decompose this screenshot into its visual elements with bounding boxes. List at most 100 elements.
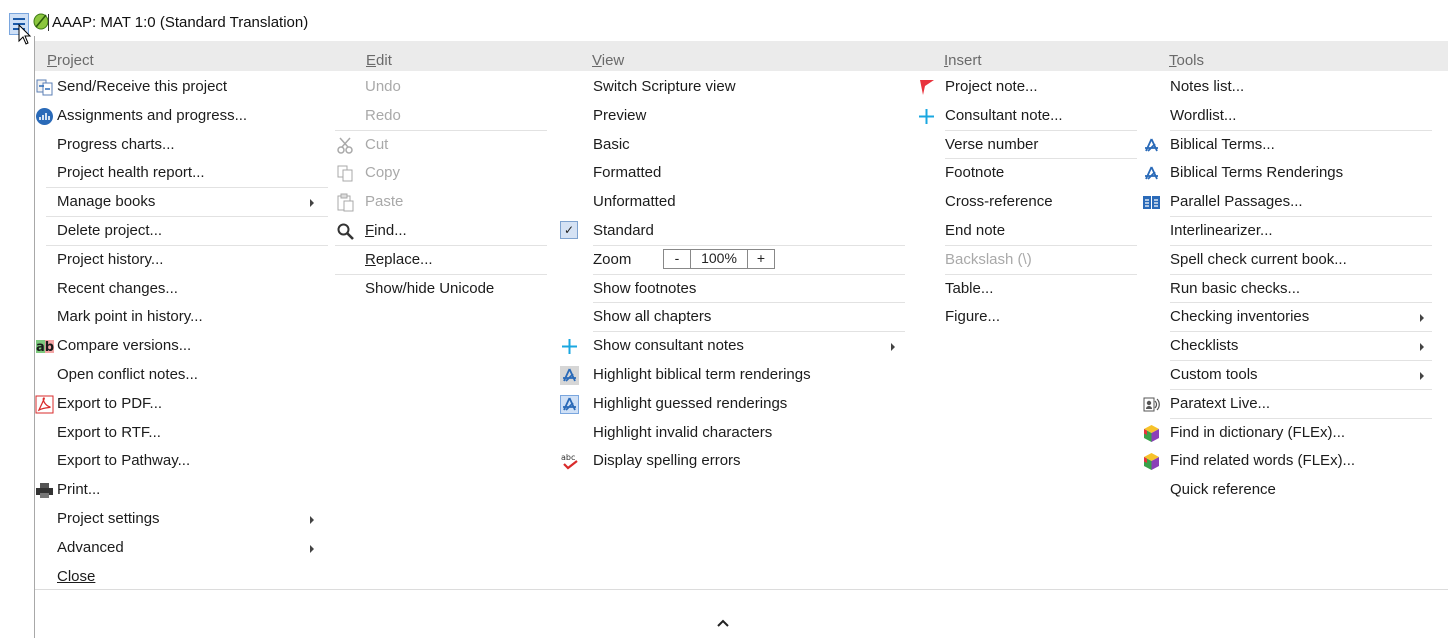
- menu-header-project[interactable]: Project: [47, 52, 94, 69]
- menu-item-cut[interactable]: Cut: [335, 131, 555, 160]
- zoom-control: - 100% +: [663, 248, 775, 269]
- menu-item-advanced[interactable]: Advanced: [46, 534, 336, 563]
- menu-item-project-note[interactable]: Project note...: [920, 73, 1145, 102]
- menu-item-parallel-passages[interactable]: Parallel Passages...: [1143, 188, 1440, 217]
- menu-item-consultant-note[interactable]: Consultant note...: [919, 102, 1145, 131]
- menu-item-print[interactable]: Print...: [36, 476, 336, 505]
- menu-item-backslash[interactable]: Backslash (\): [945, 246, 1145, 275]
- menu-item-paratext-live[interactable]: Paratext Live...: [1143, 390, 1440, 419]
- biblical-terms-icon: [1145, 167, 1158, 181]
- send-receive-icon: [36, 79, 53, 96]
- menu-item-formatted[interactable]: Formatted: [593, 159, 913, 188]
- menu-item-assignments[interactable]: Assignments and progress...: [36, 102, 336, 131]
- tools-menu: Notes list... Wordlist... Biblical Terms…: [1143, 73, 1440, 505]
- menu-item-quick-reference[interactable]: Quick reference: [1170, 476, 1440, 505]
- menu-item-zoom: Zoom - 100% +: [593, 246, 913, 275]
- menu-header-edit[interactable]: Edit: [366, 52, 392, 69]
- chevron-up-icon[interactable]: [717, 618, 729, 628]
- menu-item-show-all-chapters[interactable]: Show all chapters: [593, 303, 913, 332]
- menu-item-health-report[interactable]: Project health report...: [46, 159, 336, 188]
- submenu-arrow-icon: [1420, 314, 1424, 323]
- title-bar: AAAP: MAT 1:0 (Standard Translation): [0, 0, 1448, 45]
- view-menu: Switch Scripture view Preview Basic Form…: [560, 73, 913, 476]
- submenu-arrow-icon: [891, 343, 895, 352]
- menu-item-copy[interactable]: Copy: [335, 159, 555, 188]
- menu-item-project-history[interactable]: Project history...: [46, 246, 336, 275]
- svg-text:ab: ab: [36, 340, 54, 355]
- spelling-errors-icon: abc: [561, 453, 578, 470]
- menu-item-redo[interactable]: Redo: [335, 102, 555, 131]
- menu-item-verse-number[interactable]: Verse number: [945, 131, 1145, 160]
- menu-item-recent-changes[interactable]: Recent changes...: [46, 275, 336, 304]
- magnifier-icon: [337, 223, 354, 240]
- menu-item-highlight-guessed-renderings[interactable]: Highlight guessed renderings: [560, 390, 913, 419]
- menu-item-display-spelling-errors[interactable]: abc Display spelling errors: [561, 447, 913, 476]
- menu-item-mark-point[interactable]: Mark point in history...: [46, 303, 336, 332]
- menu-item-checking-inventories[interactable]: Checking inventories: [1170, 303, 1440, 332]
- menu-item-export-pdf[interactable]: Export to PDF...: [35, 390, 336, 419]
- menu-item-footnote[interactable]: Footnote: [945, 159, 1145, 188]
- menu-item-figure[interactable]: Figure...: [945, 303, 1145, 332]
- menu-item-table[interactable]: Table...: [945, 275, 1145, 304]
- menu-item-delete-project[interactable]: Delete project...: [46, 217, 336, 246]
- edit-menu: Undo Redo Cut Copy Paste Find... Replace…: [335, 73, 555, 303]
- menu-item-find-related-words[interactable]: Find related words (FLEx)...: [1144, 447, 1440, 476]
- menu-item-find-in-dictionary[interactable]: Find in dictionary (FLEx)...: [1144, 419, 1440, 448]
- scissors-icon: [337, 137, 353, 154]
- copy-icon: [337, 165, 353, 182]
- submenu-arrow-icon: [310, 544, 314, 553]
- menu-item-close[interactable]: Close: [46, 563, 336, 592]
- menu-item-preview[interactable]: Preview: [593, 102, 913, 131]
- checkmark-icon: ✓: [560, 220, 578, 239]
- mouse-cursor-icon: [18, 24, 32, 45]
- menu-item-cross-reference[interactable]: Cross-reference: [945, 188, 1145, 217]
- menu-item-progress-charts[interactable]: Progress charts...: [46, 131, 336, 160]
- red-flag-icon: [920, 80, 934, 95]
- menu-item-biblical-terms-renderings[interactable]: Biblical Terms Renderings: [1145, 159, 1440, 188]
- svg-text:abc: abc: [561, 453, 575, 462]
- menu-item-paste[interactable]: Paste: [335, 188, 555, 217]
- menu-item-interlinearizer[interactable]: Interlinearizer...: [1170, 217, 1440, 246]
- biblical-terms-icon: [560, 365, 579, 385]
- menu-item-run-basic-checks[interactable]: Run basic checks...: [1170, 275, 1440, 304]
- parallel-passages-icon: [1143, 196, 1160, 210]
- menu-item-highlight-invalid-characters[interactable]: Highlight invalid characters: [593, 419, 913, 448]
- menu-item-show-consultant-notes[interactable]: Show consultant notes: [562, 332, 913, 361]
- menu-item-project-settings[interactable]: Project settings: [46, 505, 336, 534]
- zoom-value: 100%: [690, 249, 748, 268]
- menu-item-checklists[interactable]: Checklists: [1170, 332, 1440, 361]
- biblical-terms-icon: [1145, 138, 1158, 152]
- paratext-live-icon: [1143, 397, 1160, 412]
- menu-item-wordlist[interactable]: Wordlist...: [1170, 102, 1440, 131]
- zoom-in-button[interactable]: +: [748, 250, 774, 268]
- window-title: AAAP: MAT 1:0 (Standard Translation): [52, 14, 309, 31]
- menu-item-compare-versions[interactable]: ab Compare versions...: [36, 332, 336, 361]
- menu-item-export-pathway[interactable]: Export to Pathway...: [46, 447, 336, 476]
- menu-item-replace[interactable]: Replace...: [335, 246, 555, 275]
- menu-item-show-hide-unicode[interactable]: Show/hide Unicode: [335, 275, 555, 304]
- menu-header-insert[interactable]: Insert: [944, 52, 982, 69]
- menu-item-highlight-term-renderings[interactable]: Highlight biblical term renderings: [560, 361, 913, 390]
- menu-item-notes-list[interactable]: Notes list...: [1170, 73, 1440, 102]
- menu-header-view[interactable]: View: [592, 52, 624, 69]
- menu-item-biblical-terms[interactable]: Biblical Terms...: [1145, 131, 1440, 160]
- menu-item-conflict-notes[interactable]: Open conflict notes...: [46, 361, 336, 390]
- menu-item-spell-check[interactable]: Spell check current book...: [1170, 246, 1440, 275]
- menu-item-find[interactable]: Find...: [335, 217, 555, 246]
- menu-item-custom-tools[interactable]: Custom tools: [1170, 361, 1440, 390]
- menu-item-show-footnotes[interactable]: Show footnotes: [593, 275, 913, 304]
- zoom-out-button[interactable]: -: [664, 250, 690, 268]
- menu-item-basic[interactable]: Basic: [593, 131, 913, 160]
- menu-item-standard[interactable]: ✓ Standard: [560, 217, 913, 246]
- menu-item-switch-scripture-view[interactable]: Switch Scripture view: [593, 73, 913, 102]
- pdf-icon: [35, 395, 54, 414]
- menu-item-undo[interactable]: Undo: [335, 73, 555, 102]
- menu-item-export-rtf[interactable]: Export to RTF...: [46, 419, 336, 448]
- menu-item-manage-books[interactable]: Manage books: [46, 188, 336, 217]
- menu-header-tools[interactable]: Tools: [1169, 52, 1204, 69]
- menu-item-unformatted[interactable]: Unformatted: [593, 188, 913, 217]
- title-separator: [48, 14, 49, 31]
- plus-icon: [562, 339, 577, 355]
- menu-item-send-receive[interactable]: Send/Receive this project: [36, 73, 336, 102]
- menu-item-end-note[interactable]: End note: [945, 217, 1145, 246]
